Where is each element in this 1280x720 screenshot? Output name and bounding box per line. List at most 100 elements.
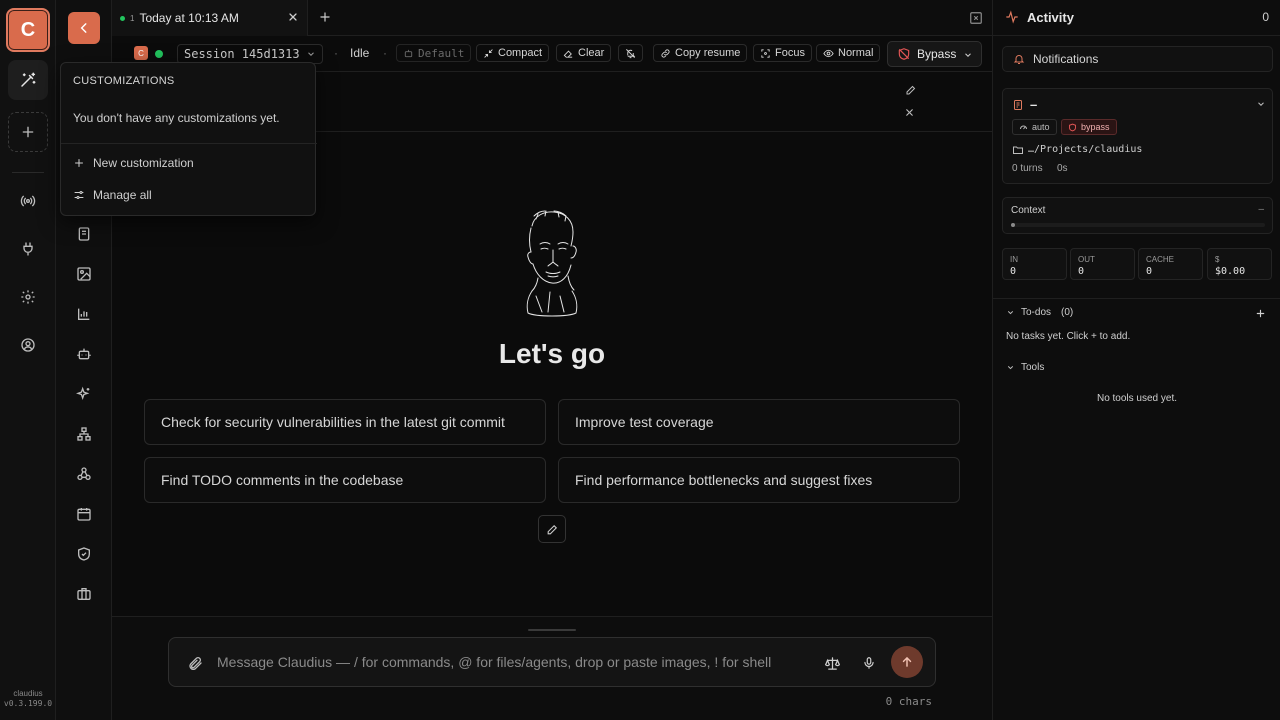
hierarchy-icon xyxy=(76,426,92,442)
stat-label: OUT xyxy=(1078,255,1095,264)
app-version: v0.3.199.0 xyxy=(3,699,53,708)
tab-session[interactable]: 1 Today at 10:13 AM xyxy=(112,0,308,36)
chevron-down-icon xyxy=(1006,363,1015,372)
notifications-label: Notifications xyxy=(1033,52,1099,66)
stat-value: 0 xyxy=(1078,266,1085,277)
nav-agents-button[interactable] xyxy=(72,342,96,366)
nav-images-button[interactable] xyxy=(72,262,96,286)
message-input[interactable] xyxy=(217,651,807,673)
stat-label: IN xyxy=(1010,255,1018,264)
nav-briefcase-button[interactable] xyxy=(72,582,96,606)
normal-mode-button[interactable]: Normal xyxy=(816,44,881,62)
nav-docs-button[interactable] xyxy=(72,222,96,246)
nav-webhooks-button[interactable] xyxy=(72,462,96,486)
book-icon xyxy=(76,226,92,242)
clear-button[interactable]: Clear xyxy=(556,44,612,62)
session-status: Idle xyxy=(350,46,370,60)
app-logo-button[interactable]: C xyxy=(6,8,50,52)
chevron-down-icon xyxy=(306,49,316,59)
mute-notifications-button[interactable] xyxy=(618,44,643,62)
suggestion-card[interactable]: Check for security vulnerabilities in th… xyxy=(144,399,546,445)
manage-all-item[interactable]: Manage all xyxy=(73,185,152,205)
todos-toggle[interactable]: To-dos (0) xyxy=(1006,307,1073,318)
settings-button[interactable] xyxy=(8,277,48,317)
tab-bar: 1 Today at 10:13 AM xyxy=(112,0,992,36)
new-customization-item[interactable]: New customization xyxy=(73,153,194,173)
close-pane-button[interactable] xyxy=(969,11,983,25)
context-value: – xyxy=(1258,204,1264,215)
compact-button[interactable]: Compact xyxy=(476,44,550,62)
edit-title-button[interactable] xyxy=(905,84,917,96)
nav-analytics-button[interactable] xyxy=(72,302,96,326)
account-button[interactable] xyxy=(8,325,48,365)
user-circle-icon xyxy=(20,337,36,353)
magic-wand-button[interactable] xyxy=(8,60,48,100)
expand-session-button[interactable] xyxy=(1256,99,1266,109)
todos-empty-text: No tasks yet. Click + to add. xyxy=(1006,331,1131,342)
folder-icon xyxy=(1012,144,1024,156)
compact-label: Compact xyxy=(498,47,543,59)
session-select[interactable]: Session 145d1313 xyxy=(177,44,323,64)
scale-icon xyxy=(825,657,840,670)
suggestion-card[interactable]: Find TODO comments in the codebase xyxy=(144,457,546,503)
suggestion-card[interactable]: Find performance bottlenecks and suggest… xyxy=(558,457,960,503)
attach-button[interactable] xyxy=(187,655,203,671)
tab-title: Today at 10:13 AM xyxy=(139,11,239,25)
copy-resume-label: Copy resume xyxy=(675,47,741,59)
clear-label: Clear xyxy=(578,47,605,59)
close-icon xyxy=(289,13,297,21)
compare-button[interactable] xyxy=(825,656,840,671)
dismiss-header-button[interactable] xyxy=(904,107,915,118)
copy-resume-button[interactable]: Copy resume xyxy=(653,44,748,62)
close-icon xyxy=(906,109,913,116)
shield-icon xyxy=(1068,123,1077,132)
tab-close-button[interactable] xyxy=(287,11,299,23)
edit-suggestions-button[interactable] xyxy=(538,515,566,543)
briefcase-icon xyxy=(76,586,92,602)
new-tab-button[interactable] xyxy=(318,10,332,24)
focus-button[interactable]: Focus xyxy=(753,44,812,62)
add-workspace-button[interactable] xyxy=(8,112,48,152)
context-card: Context – xyxy=(1002,197,1273,234)
stat-label: CACHE xyxy=(1146,255,1175,264)
app-rail: C claudius v0.3.199.0 xyxy=(0,0,56,720)
project-path: …/Projects/claudius xyxy=(1028,144,1143,155)
session-card: – auto bypass …/Projects/claudius 0 turn… xyxy=(1002,88,1273,184)
voice-button[interactable] xyxy=(862,656,876,670)
tools-toggle[interactable]: Tools xyxy=(1006,362,1044,373)
magic-wand-icon xyxy=(19,71,37,89)
todos-label: To-dos xyxy=(1021,307,1052,318)
plugins-button[interactable] xyxy=(8,229,48,269)
paperclip-icon xyxy=(189,657,202,670)
nav-calendar-button[interactable] xyxy=(72,502,96,526)
link-icon xyxy=(660,48,671,59)
manage-all-label: Manage all xyxy=(93,188,152,202)
context-meter xyxy=(1011,223,1265,227)
permission-mode-select[interactable]: Bypass xyxy=(887,41,982,67)
toolbar-separator: · xyxy=(334,46,338,60)
collapse-sidebar-button[interactable] xyxy=(68,12,100,44)
activity-title: Activity xyxy=(1027,10,1074,25)
eye-icon xyxy=(823,48,834,59)
microphone-icon xyxy=(864,657,874,669)
resize-handle[interactable] xyxy=(528,629,576,631)
nav-sparkles-button[interactable] xyxy=(72,382,96,406)
chevron-down-icon xyxy=(963,50,973,60)
session-label: Session 145d1313 xyxy=(184,47,300,61)
add-todo-button[interactable] xyxy=(1255,308,1266,319)
notifications-button[interactable]: Notifications xyxy=(1002,46,1273,72)
suggestion-card[interactable]: Improve test coverage xyxy=(558,399,960,445)
robot-icon xyxy=(403,48,414,59)
nav-hierarchy-button[interactable] xyxy=(72,422,96,446)
focus-icon xyxy=(760,48,771,59)
broadcast-button[interactable] xyxy=(8,181,48,221)
session-duration: 0s xyxy=(1057,163,1068,174)
nav-security-button[interactable] xyxy=(72,542,96,566)
send-button[interactable] xyxy=(891,646,923,678)
auto-badge-label: auto xyxy=(1032,122,1050,132)
compress-icon xyxy=(483,48,494,59)
context-meter-fill xyxy=(1011,223,1015,227)
image-icon xyxy=(76,266,92,282)
model-chip[interactable]: Default xyxy=(396,44,472,62)
activity-count: 0 xyxy=(1262,10,1269,24)
